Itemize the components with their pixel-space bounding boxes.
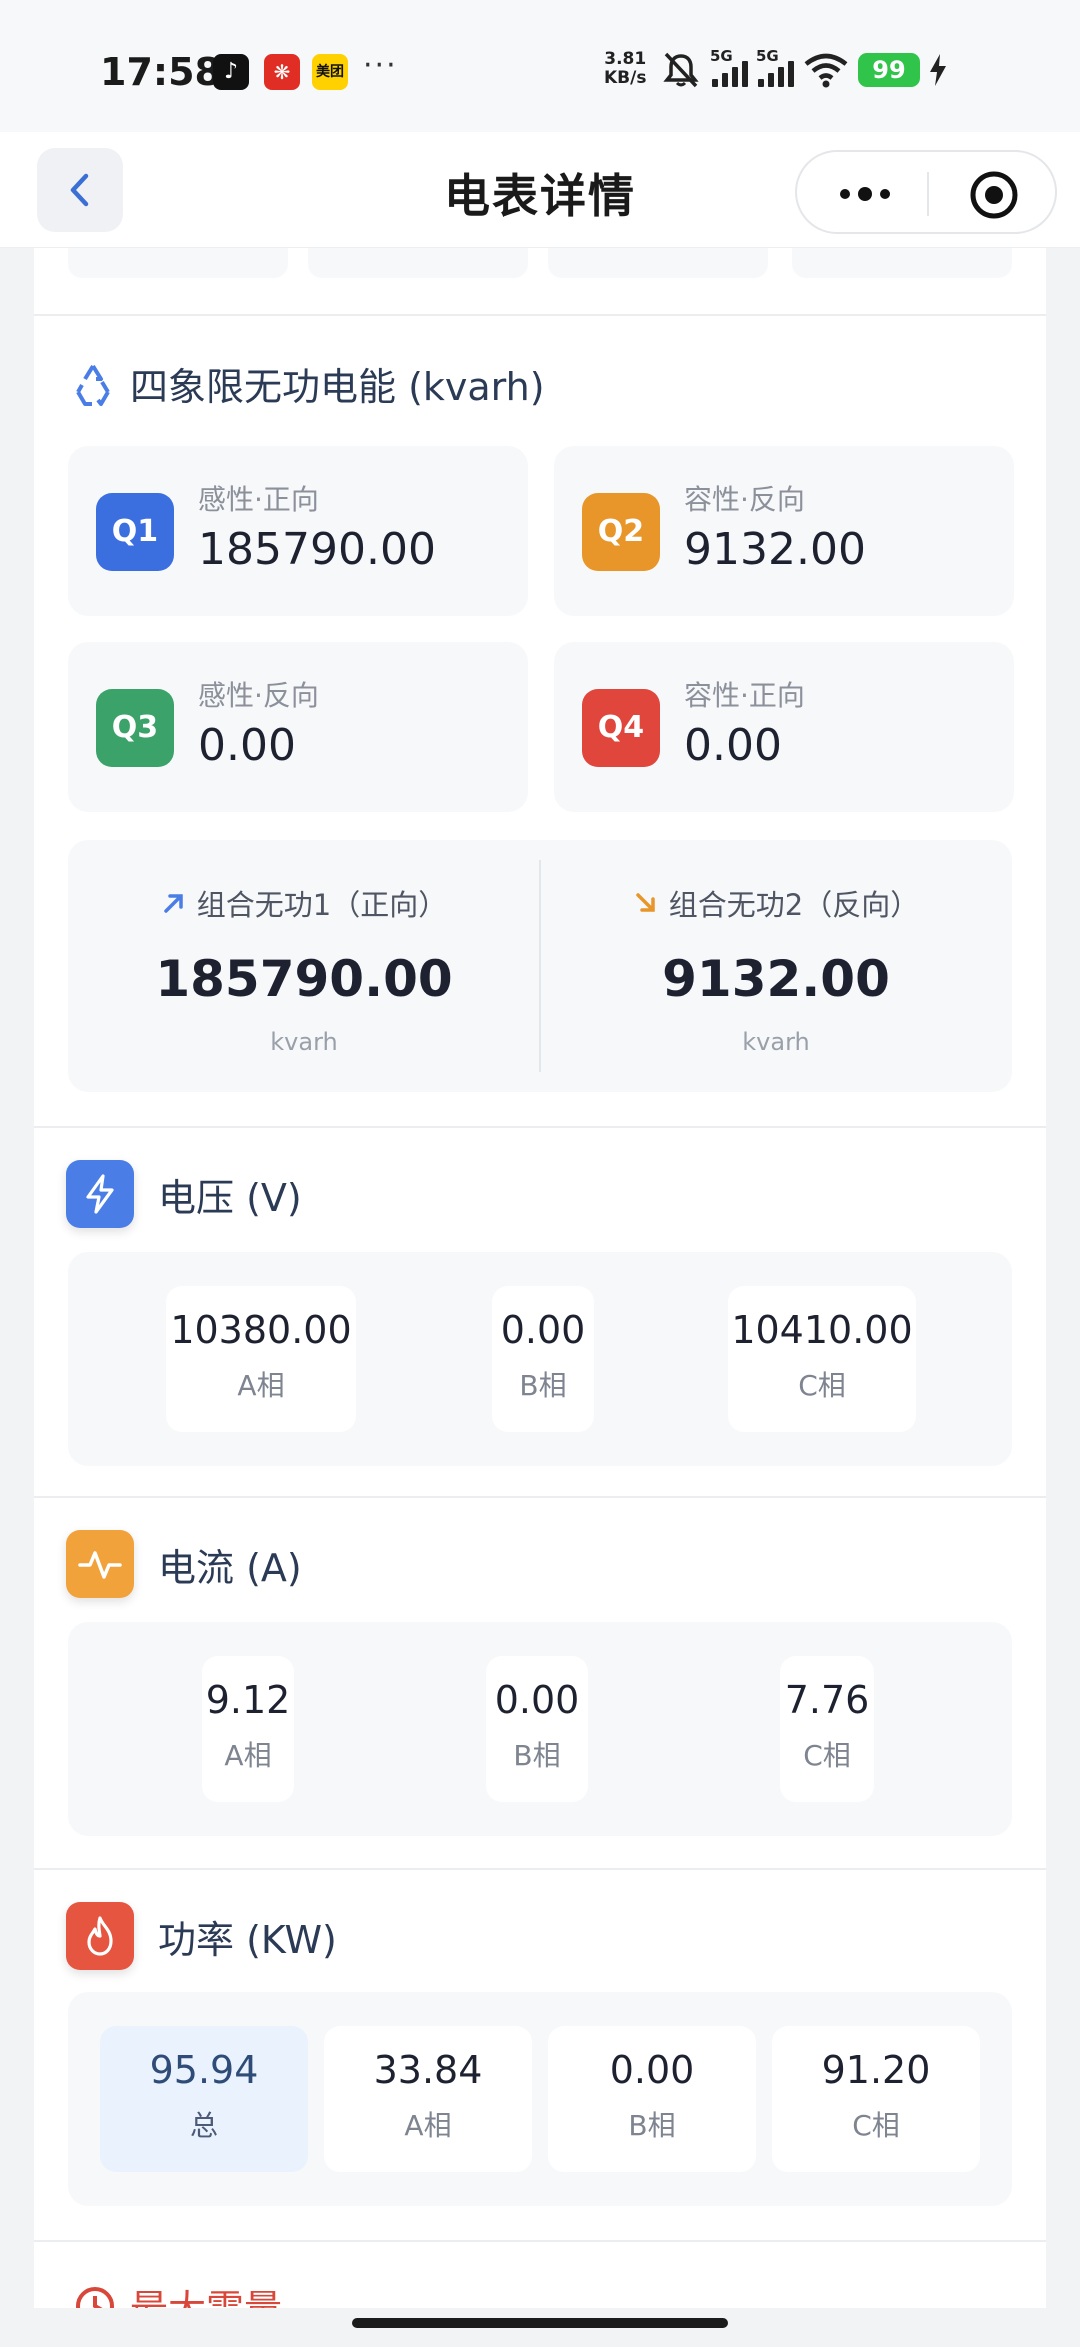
previous-section-stub (792, 248, 1012, 278)
quadrant-value: 0.00 (198, 720, 296, 771)
section-divider (34, 1496, 1046, 1498)
quadrant-badge: Q4 (582, 689, 660, 767)
combined-value: 185790.00 (155, 950, 453, 1008)
combined-unit: kvarh (742, 1028, 810, 1056)
combined-unit: kvarh (270, 1028, 338, 1056)
capsule-divider (927, 172, 929, 216)
clock-icon (76, 2286, 114, 2308)
wifi-icon (804, 53, 848, 88)
navigation-bar: 电表详情 (0, 132, 1080, 248)
voltage-panel: 10380.00 A相 0.00 B相 10410.00 C相 (68, 1252, 1012, 1466)
more-options-icon[interactable] (835, 174, 895, 214)
quadrant-value: 9132.00 (684, 524, 866, 575)
reactive-energy-section-title: 四象限无功电能 (kvarh) (70, 356, 545, 411)
status-bar: 17:58 ♪ ❋ 美团 ··· 3.81 KB/s 5G 5G 99 (0, 0, 1080, 132)
quadrant-label: 容性·正向 (684, 679, 805, 712)
power-a: 33.84 A相 (324, 2026, 532, 2172)
power-total: 95.94 总 (100, 2026, 308, 2172)
home-indicator[interactable] (352, 2318, 728, 2328)
power-b: 0.00 B相 (548, 2026, 756, 2172)
current-section-title: 电流 (A) (66, 1530, 302, 1598)
current-c: 7.76 C相 (780, 1656, 874, 1802)
quadrant-q1: Q1 感性·正向 185790.00 (68, 446, 528, 616)
combined-label: 组合无功2（反向） (668, 888, 920, 922)
status-icons: 5G 5G 99 (660, 47, 946, 92)
signal-5g-1-icon: 5G (710, 47, 748, 87)
pulse-icon (66, 1530, 134, 1598)
quadrant-label: 感性·反向 (198, 679, 319, 712)
status-time: 17:58 (100, 50, 221, 94)
current-a: 9.12 A相 (202, 1656, 294, 1802)
previous-section-stub (308, 248, 528, 278)
previous-section-stub (68, 248, 288, 278)
max-demand-section-title: 最大需量 (74, 2278, 282, 2308)
quadrant-q2: Q2 容性·反向 9132.00 (554, 446, 1014, 616)
previous-section-stub (548, 248, 768, 278)
flame-icon (66, 1902, 134, 1970)
quadrant-label: 感性·正向 (198, 483, 319, 516)
mini-program-capsule (795, 150, 1057, 234)
combined-label: 组合无功1（正向） (196, 888, 448, 922)
section-divider (34, 2240, 1046, 2242)
combined-value: 9132.00 (662, 950, 890, 1008)
signal-5g-2-icon: 5G (756, 47, 794, 87)
close-mini-program-icon[interactable] (969, 170, 1019, 220)
voltage-section-title: 电压 (V) (66, 1160, 302, 1228)
tiktok-icon: ♪ (213, 54, 249, 90)
quadrant-label: 容性·反向 (684, 483, 805, 516)
quadrant-badge: Q2 (582, 493, 660, 571)
lightning-icon (66, 1160, 134, 1228)
mute-icon (663, 52, 699, 88)
charging-bolt-icon (930, 54, 946, 86)
combined-reactive-2: 组合无功2（反向） 9132.00 kvarh (540, 840, 1012, 1092)
section-divider (34, 1126, 1046, 1128)
arrow-up-right-icon (164, 894, 183, 913)
section-divider (34, 314, 1046, 316)
meter-detail-card: 四象限无功电能 (kvarh) Q1 感性·正向 185790.00 Q2 容性… (34, 248, 1046, 2308)
quadrant-q3: Q3 感性·反向 0.00 (68, 642, 528, 812)
current-panel: 9.12 A相 0.00 B相 7.76 C相 (68, 1622, 1012, 1836)
quadrant-q4: Q4 容性·正向 0.00 (554, 642, 1014, 812)
quadrant-value: 0.00 (684, 720, 782, 771)
more-notifications-icon: ··· (363, 48, 398, 83)
quadrant-value: 185790.00 (198, 524, 436, 575)
current-b: 0.00 B相 (486, 1656, 588, 1802)
section-divider (34, 1868, 1046, 1870)
quadrant-badge: Q3 (96, 689, 174, 767)
combined-reactive-1: 组合无功1（正向） 185790.00 kvarh (68, 840, 540, 1092)
combined-reactive-panel: 组合无功1（正向） 185790.00 kvarh 组合无功2（反向） 9132… (68, 840, 1012, 1092)
pinduoduo-icon: ❋ (264, 54, 300, 90)
power-c: 91.20 C相 (772, 2026, 980, 2172)
recycle-icon (76, 364, 110, 406)
network-speed: 3.81 KB/s (604, 49, 647, 88)
voltage-c: 10410.00 C相 (728, 1286, 916, 1432)
voltage-a: 10380.00 A相 (166, 1286, 356, 1432)
voltage-b: 0.00 B相 (492, 1286, 594, 1432)
power-section-title: 功率 (KW) (66, 1902, 337, 1970)
battery-indicator: 99 (858, 53, 920, 87)
arrow-down-right-icon (636, 893, 655, 912)
meituan-icon: 美团 (312, 54, 348, 90)
power-panel: 95.94 总 33.84 A相 0.00 B相 91.20 C相 (68, 1992, 1012, 2206)
quadrant-badge: Q1 (96, 493, 174, 571)
